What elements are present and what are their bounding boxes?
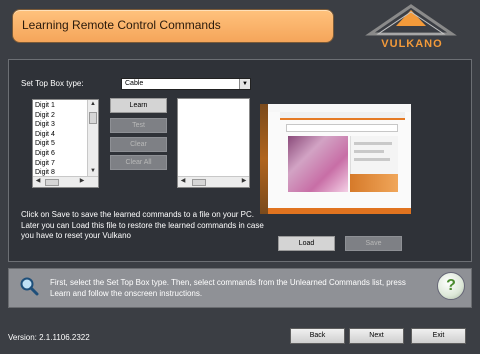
save-load-description: Click on Save to save the learned comman… (21, 210, 264, 240)
learned-commands-list[interactable]: ◀ ▶ (177, 98, 250, 188)
learned-hscrollbar[interactable]: ◀ ▶ (178, 176, 249, 187)
list-item[interactable]: Digit 1 (33, 101, 87, 111)
logo-text: VULKANO (381, 38, 443, 50)
list-item[interactable]: Digit 6 (33, 149, 87, 159)
unlearned-commands-list[interactable]: Digit 1 Digit 2 Digit 3 Digit 4 Digit 5 Digit… (32, 99, 99, 188)
test-button[interactable]: Test (110, 118, 167, 133)
learn-button[interactable]: Learn (110, 98, 167, 113)
clear-button[interactable]: Clear (110, 137, 167, 152)
list-item[interactable]: Digit 3 (33, 120, 87, 130)
scroll-down-icon[interactable]: ▼ (88, 167, 98, 176)
stb-type-value: Cable (125, 80, 144, 87)
help-button[interactable]: ? (437, 272, 465, 300)
clear-all-button[interactable]: Clear All (110, 155, 167, 170)
version-label: Version: 2.1.1106.2322 (8, 333, 90, 342)
exit-button[interactable]: Exit (411, 328, 466, 344)
list-item[interactable]: Digit 4 (33, 130, 87, 140)
hscroll-thumb[interactable] (192, 179, 206, 186)
page-title: Learning Remote Control Commands (22, 18, 221, 32)
stb-type-select[interactable]: Cable ▼ (121, 78, 251, 90)
magnifier-icon (20, 277, 39, 296)
stb-type-label: Set Top Box type: (21, 79, 84, 88)
tv-preview-image (260, 104, 411, 214)
load-button[interactable]: Load (278, 236, 335, 251)
list-item[interactable]: Digit 5 (33, 139, 87, 149)
list-item[interactable]: Digit 7 (33, 159, 87, 169)
scroll-thumb[interactable] (89, 112, 97, 124)
scroll-right-icon[interactable]: ▶ (240, 177, 248, 186)
list-item[interactable]: Digit 2 (33, 111, 87, 121)
scroll-left-icon[interactable]: ◀ (34, 177, 42, 186)
save-button[interactable]: Save (345, 236, 402, 251)
unlearned-hscrollbar[interactable]: ◀ ▶ (33, 176, 98, 187)
hscroll-thumb[interactable] (45, 179, 59, 186)
next-button[interactable]: Next (349, 328, 404, 344)
unlearned-vscrollbar[interactable]: ▲ ▼ (87, 100, 98, 176)
chevron-down-icon[interactable]: ▼ (239, 79, 250, 89)
scroll-up-icon[interactable]: ▲ (88, 100, 98, 109)
instructions-text: First, select the Set Top Box type. Then… (50, 278, 406, 298)
scroll-left-icon[interactable]: ◀ (179, 177, 187, 186)
back-button[interactable]: Back (290, 328, 345, 344)
scroll-right-icon[interactable]: ▶ (78, 177, 86, 186)
